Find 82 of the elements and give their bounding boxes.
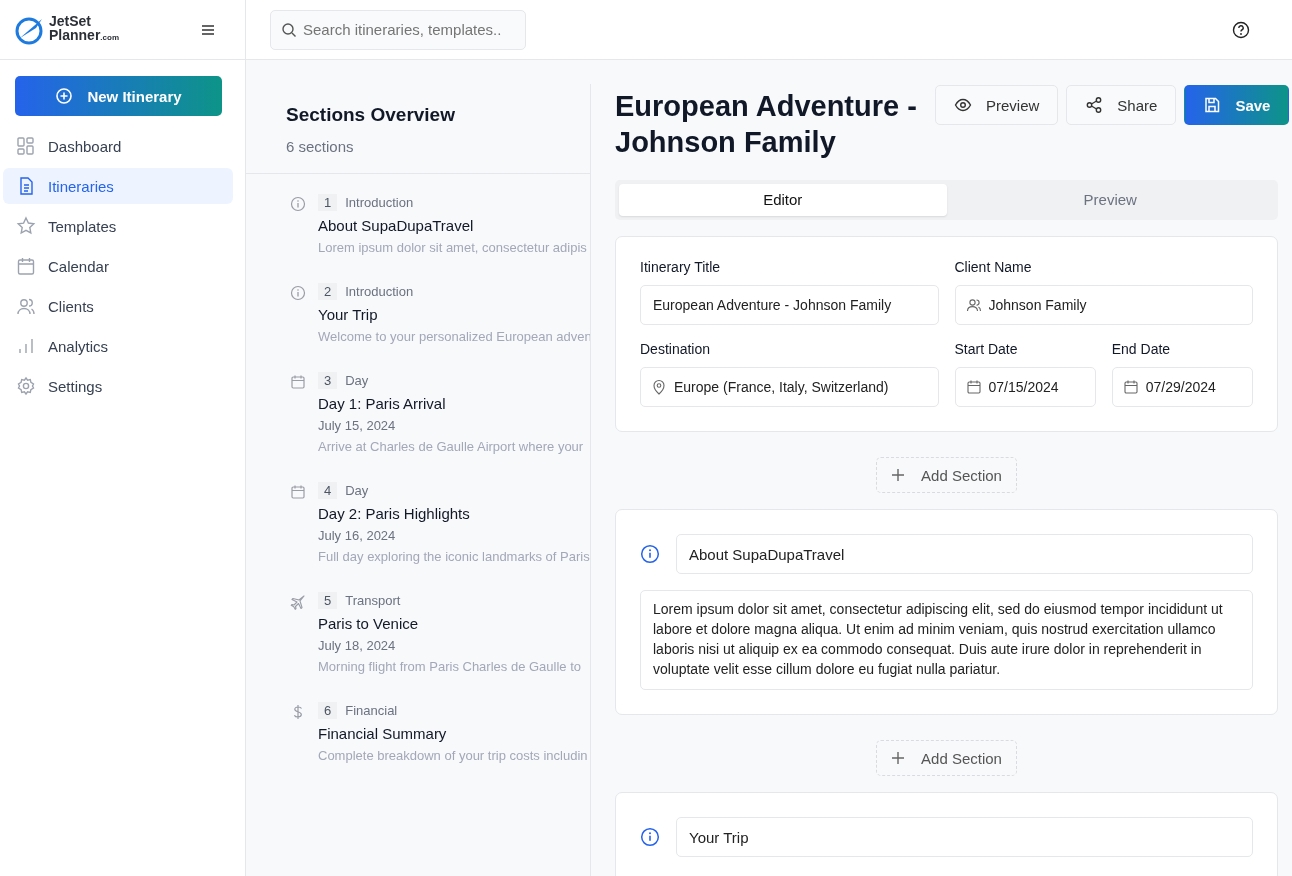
title-input[interactable]: European Adventure - Johnson Family bbox=[640, 285, 939, 325]
help-icon[interactable] bbox=[1232, 20, 1250, 39]
section-body-textarea[interactable]: Lorem ipsum dolor sit amet, consectetur adipiscing elit, sed do eiusmod tempor incididunt ut labore et dolore magna aliqua. Ut enim ad minim veniam, quis nostrud exercitation ullamco laboris nisi ut aliquip ex ea commodo consequat. Duis aute irure dolor in reprehenderit in voluptate velit esse cillum dolore eu fugiat nulla pariatur. bbox=[640, 590, 1253, 690]
section-title[interactable]: About SupaDupaTravel bbox=[318, 217, 587, 234]
section-number: 2 bbox=[318, 283, 338, 300]
preview-button[interactable]: Preview bbox=[935, 85, 1059, 125]
field-label: Destination bbox=[640, 341, 712, 357]
section-summary: Morning flight from Paris Charles de Gaulle to bbox=[318, 659, 581, 674]
section-date: July 18, 2024 bbox=[318, 638, 397, 653]
end-date-input[interactable]: 07/29/2024 bbox=[1111, 367, 1253, 407]
plus-icon bbox=[891, 468, 906, 482]
section-type: Day bbox=[345, 483, 369, 498]
section-summary: Welcome to your personalized European adven bbox=[318, 329, 590, 344]
section-title[interactable]: Your Trip bbox=[318, 306, 590, 323]
section-title[interactable]: Financial Summary bbox=[318, 725, 588, 742]
destination-input[interactable]: Europe (France, Italy, Switzerland) bbox=[640, 367, 939, 407]
field-label: Start Date bbox=[954, 341, 1019, 357]
info-icon bbox=[290, 285, 306, 301]
section-number: 3 bbox=[318, 372, 338, 389]
calendar-icon bbox=[290, 374, 306, 390]
menu-icon[interactable] bbox=[201, 23, 215, 36]
brand-suffix: .com bbox=[100, 33, 120, 42]
save-button[interactable]: Save bbox=[1184, 85, 1290, 125]
section-date: July 15, 2024 bbox=[318, 418, 397, 433]
section-title-input[interactable]: Your Trip bbox=[676, 817, 1253, 857]
section-type: Financial bbox=[345, 703, 398, 718]
section-type: Transport bbox=[345, 593, 401, 608]
plane-icon bbox=[290, 594, 306, 610]
eye-icon bbox=[954, 96, 972, 114]
section-number: 5 bbox=[318, 592, 338, 609]
people-icon bbox=[16, 296, 36, 316]
share-button[interactable]: Share bbox=[1066, 85, 1177, 125]
section-summary: Complete breakdown of your trip costs includin bbox=[318, 748, 588, 763]
nav-item[interactable]: Analytics bbox=[3, 328, 233, 364]
field-label: Client Name bbox=[954, 259, 1033, 275]
section-number: 1 bbox=[318, 194, 338, 211]
star-icon bbox=[16, 216, 36, 236]
field-label: End Date bbox=[1111, 341, 1172, 357]
grid-icon bbox=[16, 136, 36, 156]
brand-name: JetSet bbox=[49, 14, 93, 28]
start-date-input[interactable]: 07/15/2024 bbox=[954, 367, 1096, 407]
share-icon bbox=[1085, 96, 1104, 114]
section-type: Introduction bbox=[345, 284, 414, 299]
nav-item[interactable]: Clients bbox=[3, 288, 233, 324]
nav-item[interactable]: Settings bbox=[3, 368, 233, 404]
section-number: 6 bbox=[318, 702, 338, 719]
itinerary-title: European Adventure - Johnson Family bbox=[615, 89, 918, 160]
section-date: July 16, 2024 bbox=[318, 528, 397, 543]
section-number: 4 bbox=[318, 482, 338, 499]
section-type: Day bbox=[345, 373, 369, 388]
plus-circle-icon bbox=[55, 87, 74, 105]
section-title[interactable]: Paris to Venice bbox=[318, 615, 581, 632]
nav-item[interactable]: Calendar bbox=[3, 248, 233, 284]
nav-item[interactable]: Itineraries bbox=[3, 168, 233, 204]
section-summary: Lorem ipsum dolor sit amet, consectetur adipis bbox=[318, 240, 587, 255]
section-type: Introduction bbox=[345, 195, 414, 210]
new-itinerary-button[interactable]: New Itinerary bbox=[15, 76, 222, 116]
overview-title: Sections Overview bbox=[286, 104, 456, 126]
plus-icon bbox=[891, 751, 906, 765]
nav-item[interactable]: Templates bbox=[3, 208, 233, 244]
section-title[interactable]: Day 2: Paris Highlights bbox=[318, 505, 590, 522]
field-label: Itinerary Title bbox=[640, 259, 722, 275]
add-section-button[interactable]: Add Section bbox=[876, 457, 1017, 493]
settings-icon bbox=[16, 376, 36, 396]
nav-item[interactable]: Dashboard bbox=[3, 128, 233, 164]
info-icon bbox=[290, 196, 306, 212]
search-field[interactable]: Search itineraries, templates.. bbox=[270, 9, 526, 50]
section-summary: Full day exploring the iconic landmarks of Paris bbox=[318, 549, 590, 564]
section-title-input[interactable]: About SupaDupaTravel bbox=[676, 534, 1253, 574]
add-section-button[interactable]: Add Section bbox=[876, 740, 1017, 776]
info-icon bbox=[640, 544, 660, 564]
section-summary: Arrive at Charles de Gaulle Airport where your bbox=[318, 439, 584, 454]
tab[interactable]: Editor bbox=[619, 184, 947, 216]
section-count: 6 sections bbox=[286, 138, 355, 155]
bar-chart-icon bbox=[16, 336, 36, 356]
client-input[interactable]: Johnson Family bbox=[954, 285, 1253, 325]
calendar-icon bbox=[290, 484, 306, 500]
brand-name: Planner bbox=[49, 27, 101, 43]
calendar-icon bbox=[16, 256, 36, 276]
info-icon bbox=[640, 827, 660, 847]
tab[interactable]: Preview bbox=[946, 184, 1274, 216]
section-title[interactable]: Day 1: Paris Arrival bbox=[318, 395, 584, 412]
